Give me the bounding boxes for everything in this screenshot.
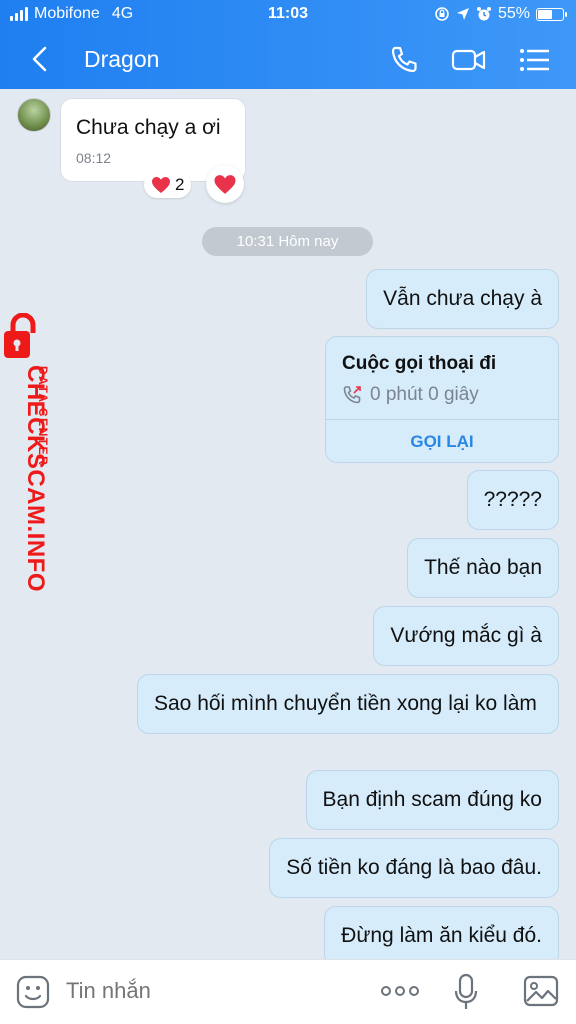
watermark-subtitle: DATA CENTER: [36, 366, 50, 467]
call-title: Cuộc gọi thoại đi: [342, 353, 497, 374]
outgoing-message[interactable]: Bạn định scam đúng ko: [305, 770, 559, 830]
nav-bar: Dragon: [0, 38, 576, 82]
video-call-icon[interactable]: [451, 43, 487, 77]
call-duration: 0 phút 0 giây: [370, 384, 479, 405]
call-card[interactable]: Cuộc gọi thoại đi 0 phút 0 giây GỌI LẠI: [325, 336, 559, 463]
location-icon: [456, 8, 469, 20]
more-icon[interactable]: [380, 984, 420, 998]
outgoing-message[interactable]: Đừng làm ăn kiểu đó.: [324, 906, 559, 959]
header: Mobifone 4G 11:03 55% Dragon: [0, 0, 576, 89]
microphone-icon[interactable]: [452, 972, 480, 1012]
contact-name[interactable]: Dragon: [84, 46, 159, 73]
message-text: Chưa chạy a ơi: [76, 116, 221, 139]
heart-icon: [152, 177, 170, 193]
status-bar: Mobifone 4G 11:03 55%: [0, 0, 576, 30]
outgoing-message[interactable]: Sao hối mình chuyển tiền xong lại ko làm: [137, 674, 559, 734]
menu-icon[interactable]: [517, 43, 553, 77]
message-timestamp: 08:12: [76, 150, 112, 166]
watermark: CHECKSCAM.INFO DATA CENTER: [0, 305, 70, 595]
outgoing-message[interactable]: Số tiền ko đáng là bao đâu.: [269, 838, 559, 898]
outgoing-message[interactable]: ?????: [466, 470, 559, 530]
chat-area[interactable]: Chưa chạy a ơi 08:12 2 10:31 Hôm nay Vẫn…: [0, 89, 576, 959]
battery-icon: [536, 7, 567, 21]
add-reaction-button[interactable]: [206, 165, 244, 203]
reaction-summary[interactable]: 2: [144, 172, 192, 198]
heart-icon: [214, 174, 236, 194]
battery-percent: 55%: [497, 5, 530, 22]
orientation-lock-icon: [435, 7, 449, 21]
message-input[interactable]: [66, 978, 346, 1004]
sticker-icon[interactable]: [16, 975, 50, 1009]
date-divider: 10:31 Hôm nay: [202, 227, 373, 256]
call-back-button[interactable]: GỌI LẠI: [326, 419, 558, 462]
alarm-icon: [476, 7, 491, 21]
reaction-count: 2: [175, 175, 185, 194]
phone-icon[interactable]: [387, 43, 423, 77]
message-input-bar: [0, 959, 576, 1024]
outgoing-call-icon: [343, 386, 361, 404]
outgoing-message[interactable]: Vướng mắc gì à: [373, 606, 559, 666]
lock-icon: [4, 313, 36, 358]
back-arrow-icon[interactable]: [28, 44, 52, 74]
image-icon[interactable]: [523, 975, 559, 1007]
outgoing-message[interactable]: Vẫn chưa chạy à: [366, 269, 559, 329]
contact-avatar[interactable]: [17, 98, 51, 132]
outgoing-message[interactable]: Thế nào bạn: [407, 538, 559, 598]
